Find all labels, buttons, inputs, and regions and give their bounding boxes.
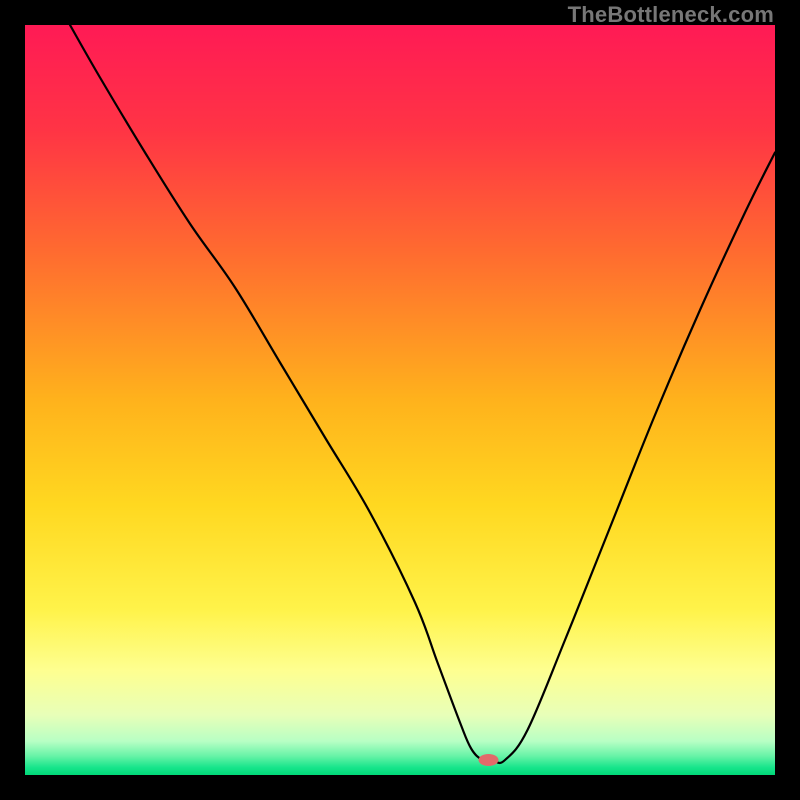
- bottleneck-chart: [25, 25, 775, 775]
- optimal-point-marker: [479, 754, 499, 766]
- gradient-background: [25, 25, 775, 775]
- chart-container: TheBottleneck.com: [0, 0, 800, 800]
- plot-area: [25, 25, 775, 775]
